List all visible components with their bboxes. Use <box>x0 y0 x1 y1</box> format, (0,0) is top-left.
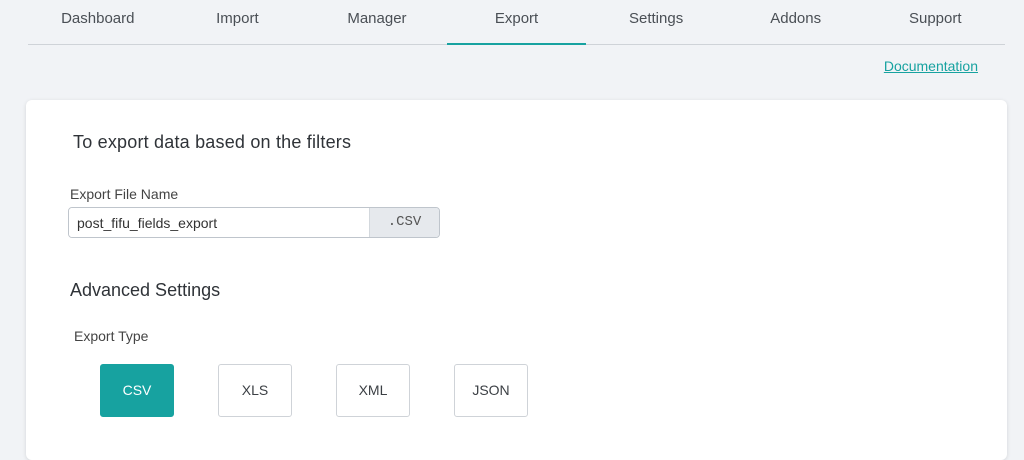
top-navigation: Dashboard Import Manager Export Settings… <box>28 0 1005 45</box>
export-type-csv-button[interactable]: CSV <box>100 364 174 417</box>
tab-addons[interactable]: Addons <box>726 0 866 44</box>
file-extension-badge: .CSV <box>369 208 439 237</box>
export-file-name-group: .CSV <box>68 207 440 238</box>
export-type-xls-button[interactable]: XLS <box>218 364 292 417</box>
tab-settings[interactable]: Settings <box>586 0 726 44</box>
export-file-name-input[interactable] <box>69 208 369 237</box>
tab-dashboard[interactable]: Dashboard <box>28 0 168 44</box>
tab-manager[interactable]: Manager <box>307 0 447 44</box>
export-file-name-label: Export File Name <box>70 186 179 202</box>
export-type-json-button[interactable]: JSON <box>454 364 528 417</box>
advanced-settings-title: Advanced Settings <box>70 280 221 300</box>
documentation-link[interactable]: Documentation <box>884 58 978 74</box>
page-title: To export data based on the filters <box>73 132 352 152</box>
export-panel: To export data based on the filters Expo… <box>26 100 1007 460</box>
tab-support[interactable]: Support <box>865 0 1005 44</box>
export-type-xml-button[interactable]: XML <box>336 364 410 417</box>
tab-import[interactable]: Import <box>168 0 308 44</box>
tab-export[interactable]: Export <box>446 0 587 45</box>
export-type-label: Export Type <box>74 328 149 344</box>
